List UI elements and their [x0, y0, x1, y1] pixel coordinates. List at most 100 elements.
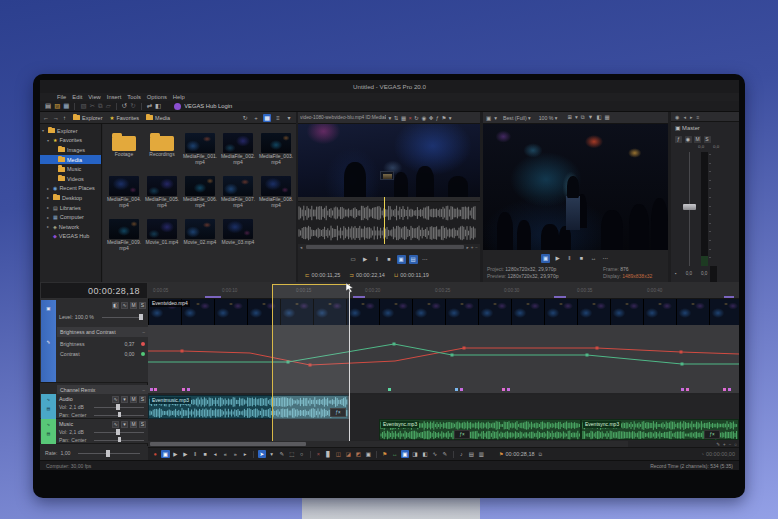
zoom-out-icon[interactable]: −	[475, 245, 480, 250]
red-envelope-point[interactable]	[181, 350, 184, 353]
media-item[interactable]: MediaFile_004. mp4	[105, 176, 143, 217]
pan-slider-handle[interactable]	[118, 412, 121, 417]
zoom-out-icon[interactable]: −	[729, 442, 732, 447]
green-envelope-point[interactable]	[586, 354, 589, 357]
delete-icon[interactable]: ×	[314, 450, 323, 459]
media-item[interactable]: MediaFile_007. mp4	[219, 176, 257, 217]
track-wave-icon[interactable]: ▤	[45, 406, 52, 411]
tree-item-media[interactable]: Media	[40, 155, 101, 165]
back-icon[interactable]: ←	[43, 114, 49, 122]
audio-clip-eventsync[interactable]: Eventsync.mp3	[379, 419, 581, 440]
envelope-marker[interactable]	[154, 388, 157, 391]
zoom-in-icon[interactable]: +	[723, 442, 726, 447]
dropdown-icon[interactable]: ▾	[575, 114, 578, 121]
audio-automation-panel-header[interactable]: Channel Remix−	[57, 385, 148, 394]
timeline-ruler[interactable]: 0:00:050:00:100:00:150:00:200:00:250:00:…	[148, 282, 739, 299]
master-fx-icon[interactable]: ƒ	[675, 136, 682, 143]
overlay-grid-icon[interactable]: ⊞	[567, 114, 572, 121]
media-item[interactable]: MediaFile_002. mp4	[219, 133, 257, 174]
play-icon[interactable]: ▶	[361, 255, 370, 264]
collapsed-arrow-icon[interactable]: ▸	[47, 215, 51, 220]
envelope-icon[interactable]: ∿	[121, 302, 128, 309]
stop-icon[interactable]: ■	[577, 254, 586, 263]
record-icon[interactable]: ◉	[675, 114, 679, 120]
master-mute-button[interactable]: M	[694, 136, 701, 143]
envelope-marker[interactable]	[507, 388, 510, 391]
track-minimize-icon[interactable]: ∿	[45, 397, 52, 402]
snap-icon[interactable]: ◩	[354, 450, 363, 459]
master-solo-button[interactable]: S	[704, 136, 711, 143]
play-icon[interactable]: ▶	[181, 450, 190, 459]
go-to-end-icon[interactable]: ↔	[589, 254, 598, 263]
pan-icon[interactable]: ✥	[429, 115, 434, 121]
media-item[interactable]: MediaFile_009. mp4	[105, 219, 143, 260]
envelope-marker[interactable]	[728, 388, 731, 391]
crumb-explorer[interactable]: Explorer	[82, 115, 102, 121]
envelope-marker[interactable]	[460, 388, 463, 391]
pan-value[interactable]: Center	[71, 412, 86, 418]
add-to-favorites-icon[interactable]: +	[252, 114, 260, 122]
stop-icon[interactable]: ■	[385, 255, 394, 264]
envelope-marker[interactable]	[686, 388, 689, 391]
envelope-marker[interactable]	[150, 388, 153, 391]
media-item[interactable]: MediaFile_003. mp4	[257, 133, 295, 174]
fx-param-keyframe-icon[interactable]	[141, 342, 146, 347]
fx-param-row[interactable]: Contrast0,00	[57, 349, 148, 359]
trimmer-scrollbar[interactable]: ◂▸+−	[298, 244, 480, 250]
red-envelope-point[interactable]	[680, 351, 683, 354]
video-mute-button[interactable]: M	[130, 302, 137, 309]
tree-item-vegas-hub[interactable]: ◆VEGAS Hub	[40, 232, 101, 242]
tree-item-computer[interactable]: ▸▦Computer	[40, 212, 101, 222]
zoom-tool-icon[interactable]: ○	[298, 450, 307, 459]
green-envelope-point[interactable]	[451, 354, 454, 357]
zoom-in-icon[interactable]: +	[469, 245, 476, 250]
close-media-icon[interactable]: ×	[409, 115, 412, 121]
scroll-left-icon[interactable]: ◂	[298, 245, 304, 250]
level-value[interactable]: 100,0 %	[75, 314, 94, 320]
pan-value[interactable]: Center	[71, 437, 86, 443]
selection-length-timecode[interactable]: 00:00:11,19	[400, 272, 429, 278]
menu-icon[interactable]: ≡	[696, 114, 699, 120]
timeline-selection[interactable]	[272, 284, 350, 441]
envelope-marker[interactable]	[723, 388, 726, 391]
fx-param-keyframe-icon[interactable]	[141, 352, 146, 357]
region-icon[interactable]: ↔	[391, 450, 400, 459]
copy-time-icon[interactable]: ⧉	[539, 451, 543, 458]
audio-track-color-strip[interactable]: ∿▤	[41, 394, 56, 419]
expanded-arrow-icon[interactable]: ▾	[42, 128, 46, 133]
loop-playback-icon[interactable]: ▣	[161, 450, 170, 459]
automation-icon[interactable]: ∿	[112, 421, 119, 428]
play-from-start-icon[interactable]: ▶	[171, 450, 180, 459]
envelope-marker[interactable]	[187, 388, 190, 391]
split-icon[interactable]: ◫	[334, 450, 343, 459]
tree-item-music[interactable]: Music	[40, 164, 101, 174]
fx-automation-panel-header[interactable]: Brightness and Contrast−	[57, 327, 148, 337]
track-fx-icon[interactable]: ✎	[45, 340, 52, 346]
media-item[interactable]: MediaFile_005. mp4	[143, 176, 181, 217]
green-envelope[interactable]	[148, 344, 739, 364]
trim-start-icon[interactable]: ▊	[324, 450, 333, 459]
pin-icon[interactable]: ▸	[690, 114, 693, 120]
zoom-edit-icon[interactable]: ✎	[716, 442, 720, 447]
audio-track-1[interactable]: Eventmusic.mp3ƒ×	[148, 395, 739, 419]
tree-item-network[interactable]: ▸◈Network	[40, 222, 101, 232]
preview-quality-select[interactable]: Best (Full) ▾	[503, 115, 531, 121]
add-media-up-icon[interactable]: ▣	[397, 255, 406, 264]
track-wave-icon[interactable]: ▤	[45, 431, 52, 436]
dropdown-icon[interactable]: ▾	[121, 396, 128, 403]
pause-icon[interactable]: ‖	[191, 450, 200, 459]
trimmer-waveform-area[interactable]: ◂▸+−	[298, 197, 480, 250]
preview-zoom-select[interactable]: 100 % ▾	[539, 115, 558, 121]
collapse-icon[interactable]: −	[142, 387, 145, 393]
scroll-thumb[interactable]	[306, 245, 464, 249]
collapse-icon[interactable]: ◂	[683, 114, 686, 120]
envelope-marker[interactable]	[388, 388, 391, 391]
play-icon[interactable]: ▶	[553, 254, 562, 263]
timeline-scrollbar-thumb[interactable]	[150, 442, 306, 446]
collapsed-arrow-icon[interactable]: ▸	[47, 224, 51, 229]
pause-icon[interactable]: ‖	[373, 255, 382, 264]
fx-param-row[interactable]: Brightness0,37	[57, 339, 148, 349]
add-media-icon[interactable]: ▤	[409, 255, 418, 264]
track-minimize-icon[interactable]: ∿	[45, 422, 52, 427]
automation-icon[interactable]: ∿	[112, 396, 119, 403]
